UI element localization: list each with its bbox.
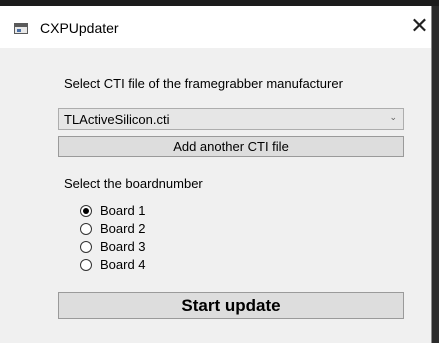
- close-icon[interactable]: ✕: [408, 14, 431, 40]
- radio-button-icon[interactable]: [80, 259, 92, 271]
- start-update-button[interactable]: Start update: [58, 292, 404, 319]
- radio-label-board-1: Board 1: [100, 203, 146, 218]
- add-cti-file-button[interactable]: Add another CTI file: [58, 136, 404, 157]
- cti-file-select[interactable]: TLActiveSilicon.cti ⌄: [58, 108, 404, 130]
- cti-selected-value: TLActiveSilicon.cti: [64, 112, 170, 127]
- radio-button-icon[interactable]: [80, 241, 92, 253]
- radio-label-board-3: Board 3: [100, 239, 146, 254]
- cti-prompt-label: Select CTI file of the framegrabber manu…: [64, 76, 343, 91]
- cxpupdater-window: CXPUpdater ✕ Select CTI file of the fram…: [0, 6, 432, 343]
- chevron-down-icon: ⌄: [389, 113, 397, 123]
- app-window-icon: [14, 23, 28, 34]
- radio-button-icon[interactable]: [80, 205, 92, 217]
- radio-label-board-4: Board 4: [100, 257, 146, 272]
- window-title: CXPUpdater: [40, 20, 119, 36]
- radio-button-icon[interactable]: [80, 223, 92, 235]
- title-bar: CXPUpdater ✕: [0, 6, 431, 48]
- radio-label-board-2: Board 2: [100, 221, 146, 236]
- board-prompt-label: Select the boardnumber: [64, 176, 203, 191]
